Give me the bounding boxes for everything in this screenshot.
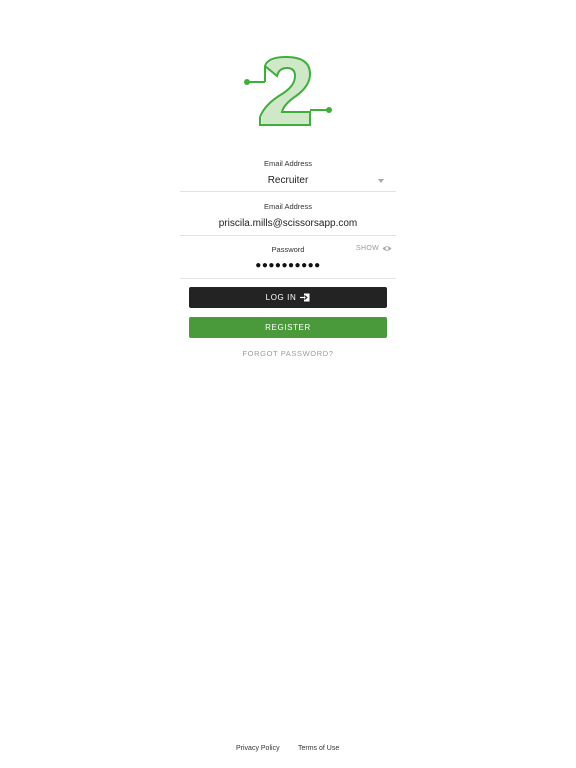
privacy-policy-link[interactable]: Privacy Policy (236, 745, 280, 752)
terms-of-use-link[interactable]: Terms of Use (298, 745, 339, 752)
register-button[interactable]: REGISTER (189, 317, 387, 338)
email-value[interactable]: priscila.mills@scissorsapp.com (180, 218, 396, 229)
app-logo (244, 55, 332, 126)
role-value: Recruiter (267, 175, 309, 186)
show-password-label: SHOW (356, 245, 379, 252)
login-button[interactable]: LOG IN (189, 287, 387, 308)
logo-left-dot (244, 79, 250, 85)
email-field[interactable]: Email Address priscila.mills@scissorsapp… (180, 200, 396, 236)
role-label: Email Address (264, 159, 312, 168)
logo-right-dot (326, 107, 332, 113)
login-button-label: LOG IN (265, 293, 297, 302)
email-label: Email Address (264, 202, 312, 211)
eye-icon (382, 246, 392, 251)
forgot-password-link[interactable]: FORGOT PASSWORD? (180, 349, 396, 358)
login-screen: Email Address Recruiter Email Address pr… (0, 0, 576, 768)
role-select[interactable]: Email Address Recruiter (180, 156, 396, 192)
log-in-icon (300, 293, 310, 302)
password-value[interactable]: ●●●●●●●●●● (180, 260, 396, 271)
chevron-down-icon (378, 179, 384, 183)
password-field[interactable]: Password SHOW ●●●●●●●●●● (180, 243, 396, 279)
show-password-toggle[interactable]: SHOW (356, 245, 392, 252)
register-button-label: REGISTER (265, 323, 311, 332)
